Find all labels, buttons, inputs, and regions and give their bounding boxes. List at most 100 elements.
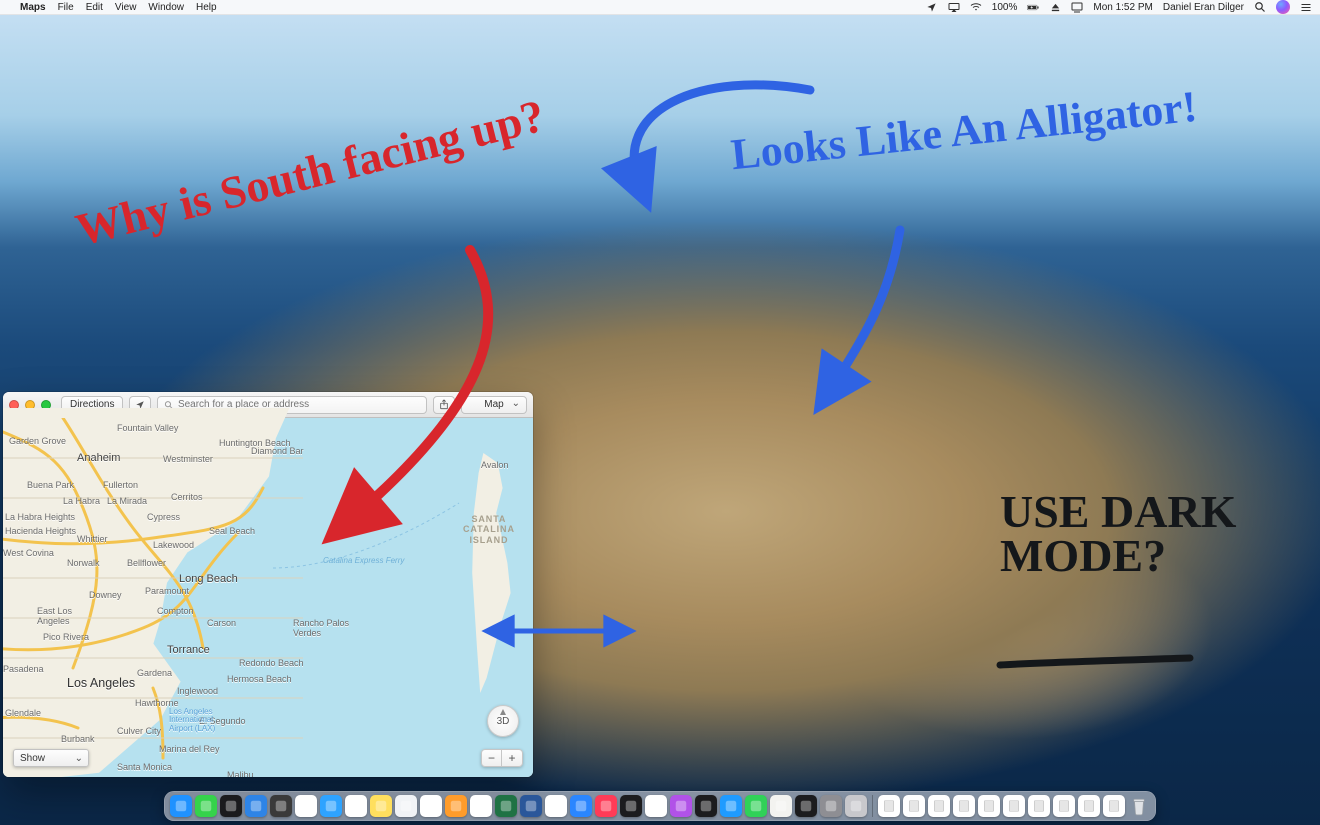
dock-app-facetime[interactable]: [745, 795, 767, 817]
dock-app-siri[interactable]: [220, 795, 242, 817]
dock-app-mail[interactable]: [320, 795, 342, 817]
city-buena-park: Buena Park: [27, 480, 74, 490]
dock-app-appstore[interactable]: [720, 795, 742, 817]
city-glendale: Glendale: [5, 708, 41, 718]
eject-icon[interactable]: [1049, 1, 1061, 13]
dock-app-preview[interactable]: [245, 795, 267, 817]
wifi-icon[interactable]: [970, 1, 982, 13]
city-gardena: Gardena: [137, 668, 172, 678]
dock: [164, 791, 1156, 821]
menu-file[interactable]: File: [58, 2, 74, 13]
dock-app-podcasts[interactable]: [670, 795, 692, 817]
city-cerritos: Cerritos: [171, 492, 203, 502]
dock-stack-doc7[interactable]: [1028, 795, 1050, 817]
city-inglewood: Inglewood: [177, 686, 218, 696]
city-fullerton: Fullerton: [103, 480, 138, 490]
city-anaheim: Anaheim: [77, 452, 120, 464]
dock-app-pages[interactable]: [445, 795, 467, 817]
city-burbank: Burbank: [61, 734, 95, 744]
map-canvas[interactable]: Fountain Valley Garden Grove Anaheim Wes…: [3, 418, 533, 777]
city-west-covina: West Covina: [3, 548, 54, 558]
dock-app-tv[interactable]: [695, 795, 717, 817]
city-marina: Marina del Rey: [159, 744, 220, 754]
city-la-mirada: La Mirada: [107, 496, 147, 506]
dock-stack-doc9[interactable]: [1078, 795, 1100, 817]
dock-app-news[interactable]: [595, 795, 617, 817]
city-pico-rivera: Pico Rivera: [43, 632, 89, 642]
menu-edit[interactable]: Edit: [86, 2, 103, 13]
siri-menubar-icon[interactable]: [1276, 0, 1290, 14]
battery-icon[interactable]: [1027, 1, 1039, 13]
dock-app-finder[interactable]: [170, 795, 192, 817]
dock-app-notes[interactable]: [370, 795, 392, 817]
show-dropdown[interactable]: Show: [13, 749, 89, 767]
ferry-label: Catalina Express Ferry: [323, 556, 404, 565]
dock-stack-doc4[interactable]: [953, 795, 975, 817]
dock-app-word[interactable]: [520, 795, 542, 817]
dock-stack-doc10[interactable]: [1103, 795, 1125, 817]
dock-app-calendar[interactable]: [345, 795, 367, 817]
dock-stack-doc5[interactable]: [978, 795, 1000, 817]
notification-center-icon[interactable]: [1300, 1, 1312, 13]
menu-window[interactable]: Window: [148, 2, 184, 13]
dock-stack-doc2[interactable]: [903, 795, 925, 817]
city-hacienda: Hacienda Heights: [5, 526, 76, 536]
dock-app-maps[interactable]: [770, 795, 792, 817]
share-button[interactable]: [433, 396, 455, 414]
menubar: Maps File Edit View Window Help 100% Mon…: [0, 0, 1320, 15]
city-la: Los Angeles: [67, 676, 135, 690]
dock-app-itunes[interactable]: [645, 795, 667, 817]
city-carson: Carson: [207, 618, 236, 628]
dock-app-numbers[interactable]: [545, 795, 567, 817]
location-services-icon[interactable]: [926, 1, 938, 13]
dock-trash[interactable]: [1128, 795, 1150, 817]
dock-stack-doc1[interactable]: [878, 795, 900, 817]
dock-app-systemprefs[interactable]: [820, 795, 842, 817]
menubar-user[interactable]: Daniel Eran Dilger: [1163, 2, 1244, 13]
menu-view[interactable]: View: [115, 2, 137, 13]
city-long-beach: Long Beach: [179, 573, 238, 585]
city-diamond-bar: Diamond Bar: [251, 446, 304, 456]
city-lakewood: Lakewood: [153, 540, 194, 550]
compass-3d-button[interactable]: 3D: [487, 705, 519, 737]
city-east-la: East Los Angeles: [37, 606, 72, 626]
city-bellflower: Bellflower: [127, 558, 166, 568]
dock-app-photos[interactable]: [470, 795, 492, 817]
dock-stack-doc8[interactable]: [1053, 795, 1075, 817]
poi-lax: Los Angeles International Airport (LAX): [169, 708, 215, 733]
dock-app-pixelmator[interactable]: [270, 795, 292, 817]
city-malibu: Malibu: [227, 770, 254, 777]
dock-app-messages[interactable]: [195, 795, 217, 817]
zoom-in-button[interactable]: +: [502, 750, 522, 766]
dock-app-reminders[interactable]: [420, 795, 442, 817]
city-la-habra: La Habra: [63, 496, 100, 506]
city-pasadena: Pasadena: [3, 664, 44, 674]
dock-app-safari[interactable]: [395, 795, 417, 817]
city-hermosa: Hermosa Beach: [227, 674, 292, 684]
dock-app-launchpad[interactable]: [845, 795, 867, 817]
city-la-habra-h: La Habra Heights: [5, 512, 75, 522]
city-rpv: Rancho Palos Verdes: [293, 618, 349, 638]
zoom-controls: − +: [481, 749, 523, 767]
city-torrance: Torrance: [167, 644, 210, 656]
app-menu[interactable]: Maps: [20, 2, 46, 13]
spotlight-icon[interactable]: [1254, 1, 1266, 13]
menubar-clock[interactable]: Mon 1:52 PM: [1093, 2, 1152, 13]
map-type-dropdown[interactable]: Map: [461, 396, 527, 414]
dock-stack-doc6[interactable]: [1003, 795, 1025, 817]
city-culver: Culver City: [117, 726, 161, 736]
dock-stack-doc3[interactable]: [928, 795, 950, 817]
city-fountain-valley: Fountain Valley: [117, 423, 178, 433]
airplay-icon[interactable]: [948, 1, 960, 13]
dock-app-excel[interactable]: [495, 795, 517, 817]
dock-app-stocks[interactable]: [620, 795, 642, 817]
menu-help[interactable]: Help: [196, 2, 217, 13]
city-garden-grove: Garden Grove: [9, 436, 66, 446]
city-redondo: Redondo Beach: [239, 658, 304, 668]
city-westminster: Westminster: [163, 454, 213, 464]
zoom-out-button[interactable]: −: [482, 750, 502, 766]
dock-app-keynote[interactable]: [570, 795, 592, 817]
control-strip-icon[interactable]: [1071, 1, 1083, 13]
dock-app-slack[interactable]: [295, 795, 317, 817]
dock-app-terminal[interactable]: [795, 795, 817, 817]
